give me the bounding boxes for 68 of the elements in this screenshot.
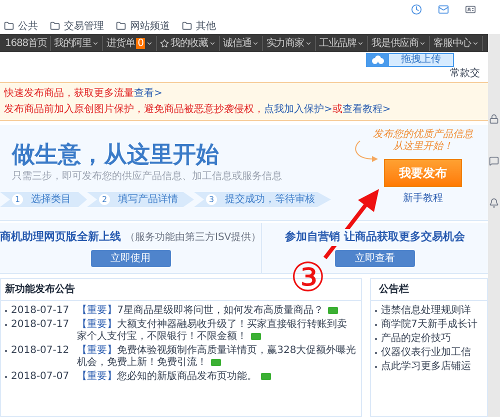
notice-link[interactable]: 查看>: [134, 86, 162, 101]
notice-text: 快速发布商品，获取更多流量: [4, 86, 134, 101]
announcement-link[interactable]: 【重要】免费体验视频制作高质量详情页，赢328大促额外曝光机会，免费上新！免费引流！: [77, 345, 357, 369]
card-icon[interactable]: [465, 4, 476, 14]
lock-icon[interactable]: [489, 114, 499, 124]
promo-note: （服务功能由第三方ISV提供）: [125, 230, 262, 246]
new-icon: [251, 332, 262, 340]
announcement-link[interactable]: 【重要】7星商品星级即将问世，如何发布高质量商品？: [77, 305, 357, 317]
promo-button[interactable]: 立即使用: [90, 250, 171, 267]
nav-item[interactable]: 实力商家: [263, 36, 316, 50]
nav-item[interactable]: 我是供应商: [368, 36, 430, 50]
bulletin-link[interactable]: 产品的定价技巧: [381, 333, 451, 345]
promo-title: 参加自营销 让商品获取更多交易机会: [285, 229, 465, 246]
nav-item[interactable]: 我的阿里: [50, 36, 104, 50]
nav-item[interactable]: 诚信通: [220, 36, 264, 50]
notice-text: 或: [332, 102, 342, 117]
panel-title: 公告栏: [371, 279, 487, 301]
bulletin-link[interactable]: 点此学习更多店铺运: [381, 361, 471, 373]
step-label: 填写产品详情: [118, 192, 178, 207]
nav-item[interactable]: 工业品牌: [316, 36, 368, 50]
bell-icon[interactable]: [489, 198, 499, 208]
announcement-link[interactable]: 【重要】大额支付神器融易收升级了！买家直接银行转账到卖家个人支付宝，不限银行！不限金额！: [77, 319, 357, 343]
step-label: 选择类目: [31, 192, 71, 207]
hero-subtitle: 只需三步，即可发布您的供应产品信息、加工信息或服务信息: [12, 170, 283, 184]
folder-icon: [182, 21, 192, 31]
mail-icon[interactable]: [438, 4, 449, 14]
notice-link[interactable]: 点我加入保护>: [264, 102, 332, 117]
notice-text: 发布商品前加入原创图片保护，避免商品被恶意抄袭侵权，: [4, 102, 264, 117]
curved-arrow-icon: [352, 139, 380, 165]
folder-icon: [116, 21, 126, 31]
clock-icon[interactable]: [411, 4, 422, 14]
folder-icon: [4, 21, 14, 31]
star-icon: [160, 38, 170, 48]
upload-button[interactable]: 拖拽上传: [366, 53, 454, 67]
announcement-date: 2018-07-17: [11, 305, 70, 317]
bulletin-link[interactable]: 仪器仪表行业加工信: [381, 347, 471, 359]
announcement-link[interactable]: 【重要】您必知的新版商品发布页功能。: [77, 371, 357, 383]
bookmark-link[interactable]: 公共: [4, 18, 38, 34]
step-number: 1: [12, 194, 23, 205]
notice-link[interactable]: 查看教程>: [342, 102, 391, 117]
cloud-icon: [371, 55, 385, 65]
bookmark-link[interactable]: 交易管理: [50, 18, 104, 34]
handwritten-note: 发布您的优质产品信息: [373, 129, 473, 140]
nav-item[interactable]: 客服中心: [430, 36, 484, 50]
bulletin-link[interactable]: 违禁信息处理规则详: [381, 305, 471, 317]
bookmark-link[interactable]: 网站频道: [116, 18, 170, 34]
nav-item[interactable]: 我的收藏: [157, 36, 220, 50]
announcement-date: 2018-07-07: [11, 371, 70, 383]
step-label: 提交成功，等待审核: [225, 192, 315, 207]
new-icon: [328, 306, 338, 314]
folder-icon: [50, 21, 60, 31]
announcement-date: 2018-07-12: [11, 345, 70, 358]
nav-item[interactable]: 进货单 0: [103, 36, 158, 50]
tutorial-link[interactable]: 新手教程: [403, 191, 443, 206]
new-icon: [211, 358, 222, 366]
count-badge: 0: [136, 38, 146, 48]
step-number: 3: [206, 194, 217, 205]
nav-item[interactable]: 1688首页: [2, 36, 51, 50]
chat-icon[interactable]: [489, 156, 499, 166]
promo-button[interactable]: 立即查看: [335, 250, 416, 267]
hero-title: 做生意，从这里开始: [12, 141, 220, 169]
header-note: 常款交: [450, 66, 480, 81]
announcement-date: 2018-07-17: [11, 319, 70, 332]
bookmark-link[interactable]: 其他: [182, 18, 216, 34]
new-icon: [261, 372, 272, 380]
bulletin-link[interactable]: 商学院7天新手成长计: [381, 319, 478, 331]
handwritten-note: 从这里开始！: [393, 141, 453, 153]
step-number: 2: [99, 194, 110, 205]
